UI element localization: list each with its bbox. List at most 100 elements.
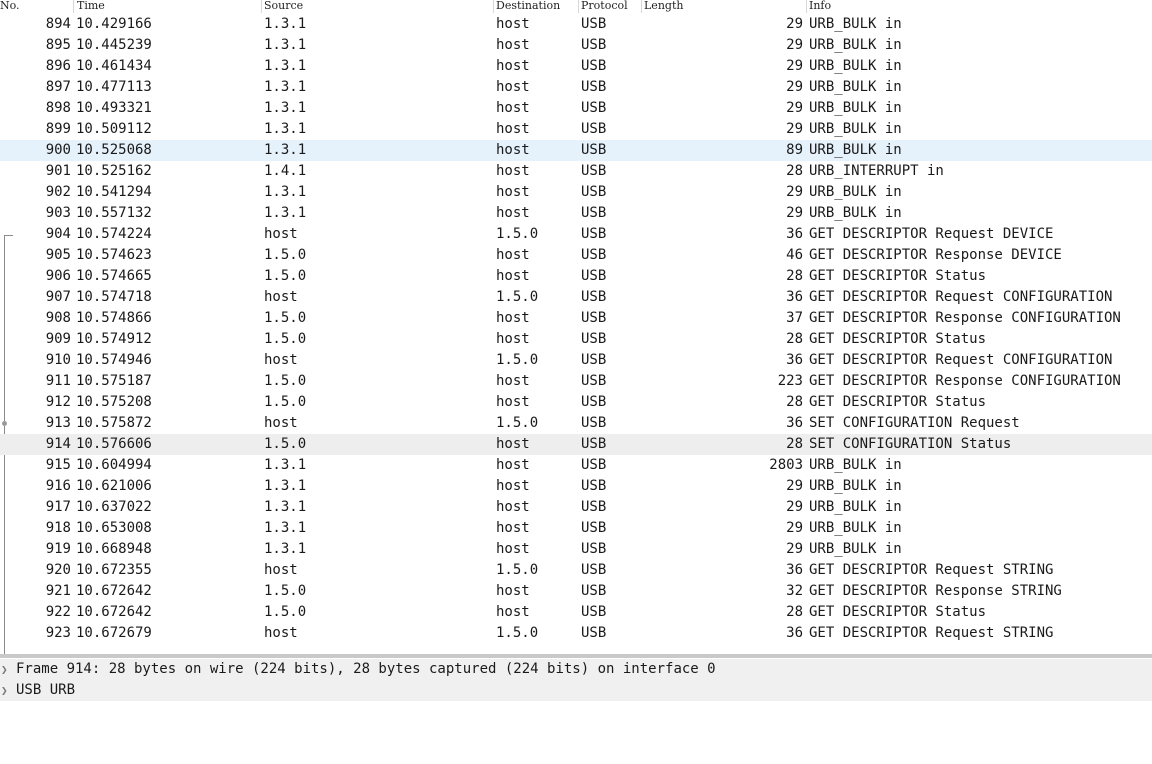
packet-length: 29 [786, 184, 803, 200]
packet-time: 10.525162 [76, 163, 152, 179]
packet-row[interactable]: 916 10.621006 1.3.1 host USB 29 URB_BULK in [0, 476, 1152, 497]
packet-length: 29 [786, 205, 803, 221]
column-header-source[interactable]: Source [261, 0, 493, 12]
column-header-protocol[interactable]: Protocol [578, 0, 641, 12]
packet-row[interactable]: 905 10.574623 1.5.0 host USB 46 GET DESCRIPTOR… [0, 245, 1152, 266]
packet-row[interactable]: 910 10.574946 host 1.5.0 USB 36 GET DESCRIPTOR… [0, 350, 1152, 371]
packet-length: 28 [786, 163, 803, 179]
packet-row[interactable]: 902 10.541294 1.3.1 host USB 29 URB_BULK in [0, 182, 1152, 203]
packet-protocol: USB [581, 100, 607, 116]
packet-destination: host [496, 163, 530, 179]
packet-info: URB_BULK in [809, 79, 902, 95]
packet-row[interactable]: 919 10.668948 1.3.1 host USB 29 URB_BULK in [0, 539, 1152, 560]
packet-row[interactable]: 922 10.672642 1.5.0 host USB 28 GET DESCRIPTOR… [0, 602, 1152, 623]
chevron-right-icon[interactable]: ❯ [1, 659, 11, 680]
packet-time: 10.509112 [76, 121, 152, 137]
packet-row[interactable]: 903 10.557132 1.3.1 host USB 29 URB_BULK in [0, 203, 1152, 224]
packet-row[interactable]: 920 10.672355 host 1.5.0 USB 36 GET DESCRIPTOR… [0, 560, 1152, 581]
packet-protocol: USB [581, 562, 607, 578]
column-header-length[interactable]: Length [641, 0, 806, 12]
column-header-info[interactable]: Info [806, 0, 1152, 12]
packet-source: host [264, 226, 298, 242]
packet-source: 1.3.1 [264, 100, 307, 116]
packet-row[interactable]: 898 10.493321 1.3.1 host USB 29 URB_BULK in [0, 98, 1152, 119]
packet-protocol: USB [581, 247, 607, 263]
packet-destination: host [496, 478, 530, 494]
packet-info: GET DESCRIPTOR Status [809, 604, 987, 620]
packet-row[interactable]: 899 10.509112 1.3.1 host USB 29 URB_BULK in [0, 119, 1152, 140]
chevron-right-icon[interactable]: ❯ [1, 680, 11, 701]
packet-destination: host [496, 79, 530, 95]
packet-row[interactable]: 915 10.604994 1.3.1 host USB 2803 URB_BULK in [0, 455, 1152, 476]
packet-destination: host [496, 541, 530, 557]
packet-no: 896 [45, 58, 71, 74]
packet-info: GET DESCRIPTOR Response CONFIGURATION [809, 310, 1121, 326]
packet-row[interactable]: 906 10.574665 1.5.0 host USB 28 GET DESCRIPTOR… [0, 266, 1152, 287]
packet-info: GET DESCRIPTOR Request STRING [809, 625, 1054, 641]
column-header-no[interactable]: No. [0, 0, 73, 12]
packet-info: GET DESCRIPTOR Request CONFIGURATION [809, 289, 1113, 305]
packet-row[interactable]: 914 10.576606 1.5.0 host USB 28 SET CONFIGURAT… [0, 434, 1152, 455]
packet-time: 10.574224 [76, 226, 152, 242]
packet-time: 10.557132 [76, 205, 152, 221]
packet-source: 1.5.0 [264, 268, 307, 284]
packet-time: 10.621006 [76, 478, 152, 494]
packet-row[interactable]: 921 10.672642 1.5.0 host USB 32 GET DESCRIPTOR… [0, 581, 1152, 602]
packet-destination: host [496, 247, 530, 263]
packet-destination: host [496, 16, 530, 32]
packet-row[interactable]: 912 10.575208 1.5.0 host USB 28 GET DESCRIPTOR… [0, 392, 1152, 413]
packet-no: 897 [45, 79, 71, 95]
packet-time: 10.575187 [76, 373, 152, 389]
packet-destination: 1.5.0 [496, 226, 539, 242]
packet-source: 1.3.1 [264, 79, 307, 95]
packet-destination: host [496, 121, 530, 137]
detail-row-usb-urb[interactable]: ❯ USB URB [0, 680, 1152, 701]
packet-no: 912 [45, 394, 71, 410]
packet-row[interactable]: 911 10.575187 1.5.0 host USB 223 GET DESCRIPTO… [0, 371, 1152, 392]
packet-row[interactable]: 901 10.525162 1.4.1 host USB 28 URB_INTERRUPT … [0, 161, 1152, 182]
packet-details-pane[interactable]: ❯ Frame 914: 28 bytes on wire (224 bits)… [0, 658, 1152, 731]
packet-length: 28 [786, 436, 803, 452]
packet-source: 1.3.1 [264, 478, 307, 494]
packet-protocol: USB [581, 520, 607, 536]
packet-destination: 1.5.0 [496, 289, 539, 305]
packet-info: GET DESCRIPTOR Request STRING [809, 562, 1054, 578]
packet-row[interactable]: 917 10.637022 1.3.1 host USB 29 URB_BULK in [0, 497, 1152, 518]
packet-protocol: USB [581, 583, 607, 599]
packet-protocol: USB [581, 58, 607, 74]
packet-length: 89 [786, 142, 803, 158]
packet-source: host [264, 352, 298, 368]
packet-row[interactable]: 907 10.574718 host 1.5.0 USB 36 GET DESCRIPTOR… [0, 287, 1152, 308]
column-header-time[interactable]: Time [74, 0, 261, 12]
detail-row-text: Frame 914: 28 bytes on wire (224 bits), … [16, 661, 716, 677]
detail-row-frame[interactable]: ❯ Frame 914: 28 bytes on wire (224 bits)… [0, 659, 1152, 680]
packet-row[interactable]: 900 10.525068 1.3.1 host USB 89 URB_BULK in [0, 140, 1152, 161]
packet-row[interactable]: 918 10.653008 1.3.1 host USB 29 URB_BULK in [0, 518, 1152, 539]
packet-info: URB_BULK in [809, 37, 902, 53]
packet-length: 2803 [769, 457, 803, 473]
packet-source: 1.5.0 [264, 247, 307, 263]
packet-length: 29 [786, 499, 803, 515]
packet-no: 918 [45, 520, 71, 536]
packet-time: 10.493321 [76, 100, 152, 116]
packet-row[interactable]: 896 10.461434 1.3.1 host USB 29 URB_BULK in [0, 56, 1152, 77]
packet-row[interactable]: 913 10.575872 host 1.5.0 USB 36 SET CONFIGURAT… [0, 413, 1152, 434]
column-header-destination[interactable]: Destination [493, 0, 578, 12]
packet-row[interactable]: 895 10.445239 1.3.1 host USB 29 URB_BULK in [0, 35, 1152, 56]
packet-row[interactable]: 909 10.574912 1.5.0 host USB 28 GET DESCRIPTOR… [0, 329, 1152, 350]
packet-length: 36 [786, 562, 803, 578]
packet-destination: host [496, 457, 530, 473]
packet-row[interactable]: 904 10.574224 host 1.5.0 USB 36 GET DESCRIPTOR… [0, 224, 1152, 245]
packet-row[interactable]: 923 10.672679 host 1.5.0 USB 36 GET DESCRIPTOR… [0, 623, 1152, 644]
packet-list[interactable]: 894 10.429166 1.3.1 host USB 29 URB_BULK in 895… [0, 14, 1152, 654]
packet-length: 36 [786, 226, 803, 242]
packet-info: SET CONFIGURATION Request [809, 415, 1020, 431]
packet-length: 36 [786, 352, 803, 368]
packet-row[interactable]: 897 10.477113 1.3.1 host USB 29 URB_BULK in [0, 77, 1152, 98]
packet-protocol: USB [581, 373, 607, 389]
packet-destination: host [496, 436, 530, 452]
packet-row[interactable]: 894 10.429166 1.3.1 host USB 29 URB_BULK in [0, 14, 1152, 35]
packet-destination: host [496, 583, 530, 599]
packet-row[interactable]: 908 10.574866 1.5.0 host USB 37 GET DESCRIPTOR… [0, 308, 1152, 329]
packet-length: 28 [786, 394, 803, 410]
